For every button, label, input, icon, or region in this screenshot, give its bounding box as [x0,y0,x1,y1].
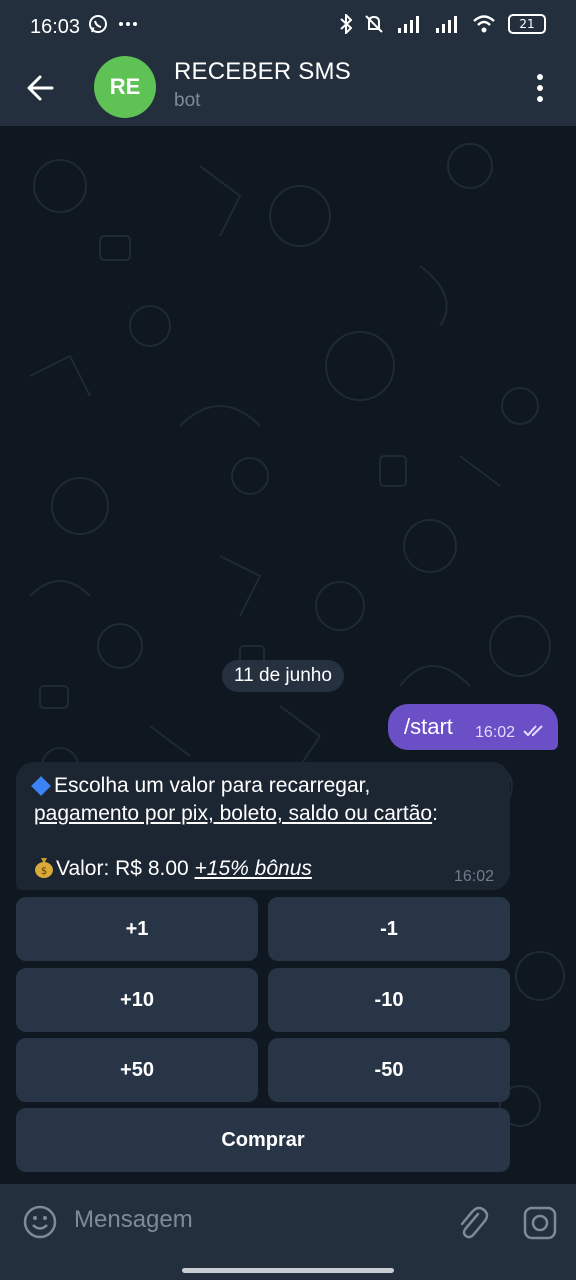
svg-text:$: $ [41,866,47,877]
emoji-icon[interactable] [22,1204,58,1240]
wifi-icon [473,15,495,33]
status-left-icons [88,14,138,34]
outgoing-message[interactable]: /start 16:02 [388,704,558,750]
incoming-line2-suffix: : [432,802,438,825]
money-bag-icon: $ [35,858,53,878]
more-dots-icon [119,22,137,26]
home-indicator[interactable] [182,1268,394,1273]
avatar[interactable]: RE [94,56,156,118]
signal-icon [398,16,419,33]
minus-1-button[interactable]: -1 [268,897,510,961]
blue-diamond-icon [31,776,51,796]
plus-50-button[interactable]: +50 [16,1038,258,1102]
incoming-line2: pagamento por pix, boleto, saldo ou cart… [34,802,438,826]
incoming-message-time: 16:02 [453,868,494,885]
chat-header: RE RECEBER SMS bot [0,56,576,126]
more-vertical-icon[interactable] [522,68,558,108]
chat-area[interactable]: 11 de junho /start 16:02 Escolha um valo… [0,126,576,1184]
incoming-bonus: +15% bônus [194,857,312,880]
message-input[interactable]: Mensagem [74,1206,193,1234]
minus-10-button[interactable]: -10 [268,968,510,1032]
status-bar: 16:03 21 [0,0,576,56]
incoming-line3: $ Valor: R$ 8.00 +15% bônus [34,856,312,881]
incoming-line1: Escolha um valor para recarregar, [31,774,371,798]
incoming-message[interactable]: Escolha um valor para recarregar, pagame… [16,762,510,890]
status-right-icons: 21 [340,14,546,34]
message-input-bar: Mensagem [0,1184,576,1280]
outgoing-message-time: 16:02 [475,724,516,741]
mute-icon [365,15,383,33]
chat-subtitle: bot [174,90,201,111]
double-check-icon [523,725,543,737]
incoming-line3-prefix: Valor: R$ 8.00 [56,857,195,880]
buy-button[interactable]: Comprar [16,1108,510,1172]
chat-title[interactable]: RECEBER SMS [174,58,351,86]
paperclip-icon[interactable] [454,1202,490,1242]
arrow-left-icon[interactable] [22,68,62,108]
date-separator: 11 de junho [222,660,344,692]
camera-icon[interactable] [522,1202,558,1242]
incoming-line1-text: Escolha um valor para recarregar, [54,774,371,797]
bluetooth-icon [340,14,352,34]
signal-icon [436,16,457,33]
whatsapp-icon [89,15,107,33]
minus-50-button[interactable]: -50 [268,1038,510,1102]
incoming-line2-text: pagamento por pix, boleto, saldo ou cart… [34,802,433,825]
status-time: 16:03 [30,16,81,38]
outgoing-message-text: /start [404,714,453,739]
battery-icon: 21 [508,14,546,34]
plus-1-button[interactable]: +1 [16,897,258,961]
plus-10-button[interactable]: +10 [16,968,258,1032]
